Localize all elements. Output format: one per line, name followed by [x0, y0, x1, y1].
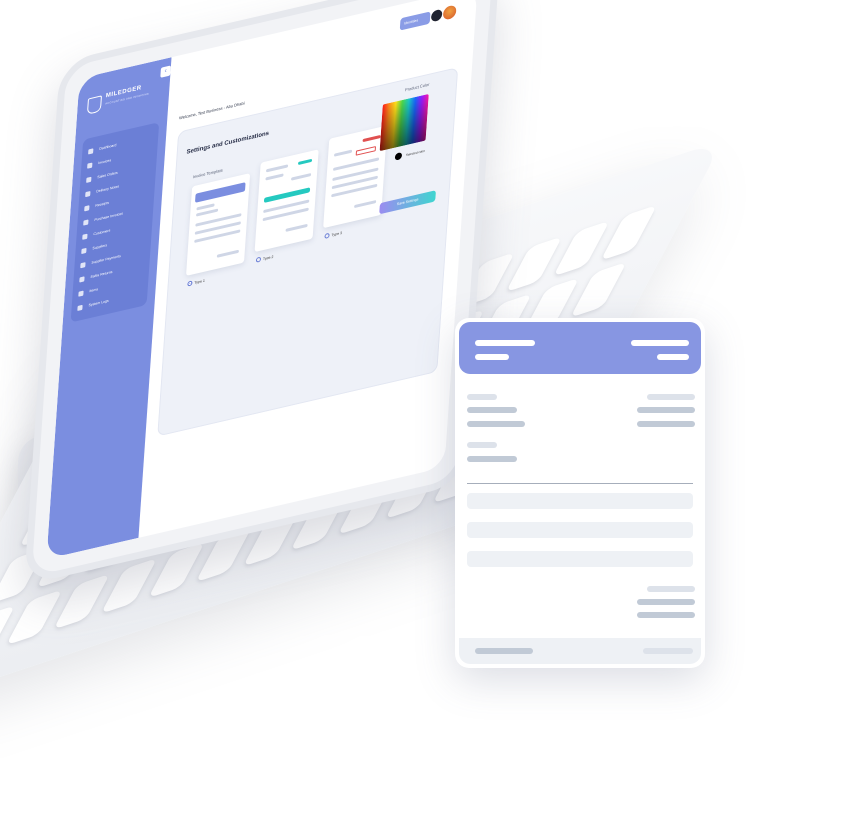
invoice-header-line — [475, 354, 509, 360]
invoice-item-row — [467, 522, 693, 538]
template-card-2[interactable] — [254, 149, 319, 253]
template-line — [354, 199, 377, 209]
invoice-line — [647, 394, 695, 400]
radio-icon — [324, 232, 330, 239]
dark-mode-toggle[interactable] — [430, 8, 443, 23]
template-line — [362, 134, 381, 143]
invoice-header-line — [631, 340, 689, 346]
key — [5, 589, 63, 646]
sales-order-icon — [86, 176, 92, 183]
invoice-line — [467, 442, 497, 448]
invoice-total-line — [637, 599, 695, 605]
invoice-footer-line — [475, 648, 533, 654]
template-highlight — [355, 146, 377, 156]
radio-icon — [255, 256, 262, 263]
invoice-preview-card — [455, 318, 705, 668]
radio-selected-icon — [187, 280, 193, 287]
invoice-line — [637, 421, 695, 427]
template-option-label: Type 2 — [262, 254, 274, 261]
purchase-icon — [83, 218, 89, 226]
invoice-line — [467, 407, 517, 413]
items-icon — [78, 290, 84, 297]
key — [600, 204, 658, 261]
invoice-header-line — [475, 340, 535, 346]
invoice-divider — [467, 483, 693, 484]
page-title: Settings and Customizations — [186, 130, 270, 156]
scene: MILEDGER ACCOUNTING AND INVOICING ‹ Dash… — [0, 0, 855, 833]
dashboard-icon — [88, 147, 94, 155]
identities-dropdown[interactable]: Identities — [399, 11, 431, 31]
save-settings-button[interactable]: Save Settings — [379, 190, 436, 215]
template-option-2[interactable]: Type 2 — [255, 254, 274, 263]
invoice-line — [467, 456, 517, 462]
invoice-footer-line — [643, 648, 693, 654]
invoice-header — [459, 322, 701, 374]
template-section-label: Invoice Template — [192, 167, 223, 180]
invoice-total-line — [647, 586, 695, 592]
template-option-1[interactable]: Type 1 — [187, 278, 205, 287]
logs-icon — [77, 304, 83, 311]
color-palette[interactable] — [379, 93, 429, 152]
color-picker-label: Product Color — [404, 81, 430, 93]
template-line — [285, 223, 308, 232]
key — [100, 558, 158, 614]
template-card-1[interactable] — [186, 173, 251, 276]
suppliers-icon — [81, 247, 87, 254]
brand[interactable]: MILEDGER ACCOUNTING AND INVOICING — [86, 79, 164, 121]
invoice-header-line — [657, 354, 689, 360]
selected-color-label: Selected color — [405, 148, 426, 157]
invoice-line — [637, 407, 695, 413]
invoice-footer — [459, 638, 701, 664]
invoice-line — [467, 421, 525, 427]
avatar[interactable] — [442, 4, 457, 21]
invoice-icon — [87, 162, 93, 169]
sidebar-nav: Dashboard Invoices Sales Orders Delivery… — [70, 122, 160, 323]
payments-icon — [80, 261, 86, 268]
invoice-line — [467, 394, 497, 400]
settings-panel: Settings and Customizations Product Colo… — [157, 67, 459, 437]
template-option-3[interactable]: Type 3 — [324, 230, 342, 239]
receipt-icon — [84, 204, 90, 211]
key — [53, 573, 110, 630]
sidebar-item-label: Sales Orders — [97, 170, 118, 180]
key — [505, 236, 563, 293]
selected-color: Selected color — [394, 147, 426, 161]
template-line — [216, 249, 239, 258]
sidebar-item-label: Sales Returns — [90, 269, 113, 279]
customers-icon — [82, 233, 88, 240]
template-line — [265, 164, 289, 173]
invoice-item-row — [467, 493, 693, 509]
tablet-screen: MILEDGER ACCOUNTING AND INVOICING ‹ Dash… — [46, 0, 478, 560]
sidebar-item-label: Suppliers — [92, 243, 108, 251]
template-header — [194, 182, 246, 203]
key — [553, 220, 610, 277]
sidebar-item-label: Dashboard — [99, 142, 117, 151]
sidebar-item-label: Items — [89, 287, 99, 294]
sidebar-item-label: Customers — [93, 228, 111, 237]
template-option-label: Type 3 — [331, 230, 343, 237]
template-option-label: Type 1 — [194, 278, 206, 285]
template-line — [290, 173, 312, 181]
template-card-3[interactable] — [323, 125, 388, 229]
delivery-icon — [85, 190, 91, 197]
selected-color-swatch — [394, 152, 403, 161]
returns-icon — [79, 275, 85, 283]
sidebar-item-label: Invoices — [98, 158, 112, 166]
key — [570, 261, 627, 318]
main-content: Identities Welcome, Test Business - Abu … — [138, 0, 477, 538]
sidebar-item-label: Delivery Notes — [96, 184, 120, 194]
shield-logo-icon — [86, 95, 102, 115]
sidebar-item-label: Receipts — [95, 200, 110, 208]
template-line — [265, 173, 284, 181]
sidebar-item-label: System Logs — [88, 298, 109, 308]
invoice-item-row — [467, 551, 693, 567]
invoice-total-line — [637, 612, 695, 618]
template-accent — [297, 158, 313, 166]
template-line — [333, 149, 353, 157]
